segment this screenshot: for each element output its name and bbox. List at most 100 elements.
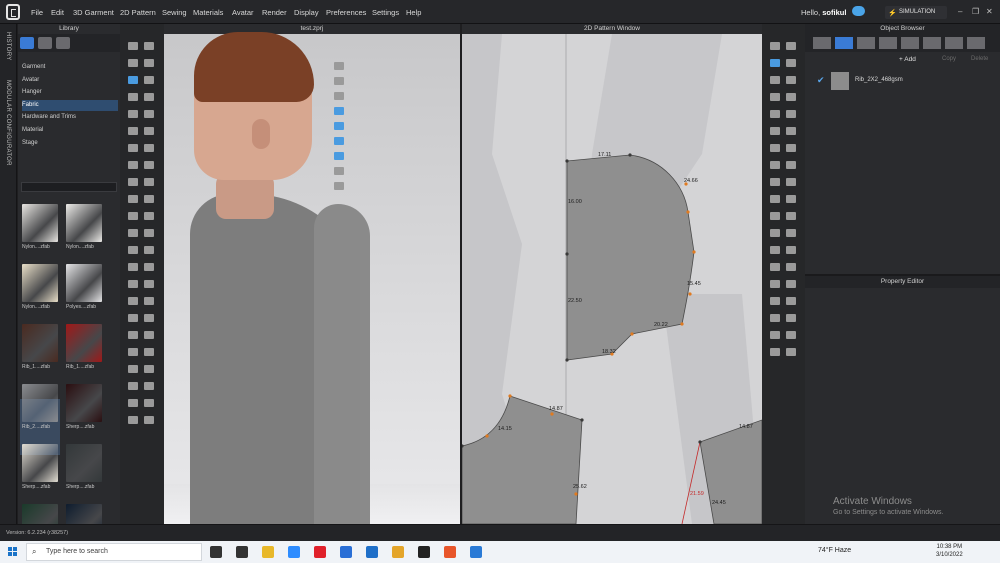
tool-3d-tool-icon[interactable] xyxy=(144,331,154,339)
folder-icon[interactable] xyxy=(38,37,52,49)
clo-icon[interactable] xyxy=(418,546,430,558)
pattern-point[interactable] xyxy=(565,159,569,163)
fabric-thumbnail[interactable] xyxy=(22,264,58,302)
library-category-material[interactable]: Material xyxy=(22,125,118,136)
history-tab[interactable]: HISTORY xyxy=(5,32,11,61)
viewport-tool-icon[interactable] xyxy=(334,107,344,115)
tool-3d-tool-icon[interactable] xyxy=(128,76,138,84)
chrome-icon[interactable] xyxy=(392,546,404,558)
tool-3d-tool-icon[interactable] xyxy=(144,348,154,356)
menu-sewing[interactable]: Sewing xyxy=(162,8,187,17)
library-category-stage[interactable]: Stage xyxy=(22,138,118,149)
pattern-point[interactable] xyxy=(550,412,554,416)
tool-3d-tool-icon[interactable] xyxy=(144,314,154,322)
fabric-list-item[interactable]: ✔ Rib_2X2_468gsm xyxy=(805,70,1000,92)
tool-2d-tool-icon[interactable] xyxy=(770,59,780,67)
close-button[interactable]: ✕ xyxy=(986,7,993,16)
fabric-thumbnail[interactable] xyxy=(66,204,102,242)
fabric-thumbnail[interactable] xyxy=(22,324,58,362)
tool-3d-tool-icon[interactable] xyxy=(144,110,154,118)
pattern-point[interactable] xyxy=(688,292,692,296)
tool-3d-tool-icon[interactable] xyxy=(144,59,154,67)
tool-3d-tool-icon[interactable] xyxy=(144,93,154,101)
tool-2d-tool-icon[interactable] xyxy=(770,110,780,118)
viewport-tool-icon[interactable] xyxy=(334,92,344,100)
modular-configurator-tab[interactable]: MODULAR CONFIGURATOR xyxy=(5,80,11,166)
library-category-hanger[interactable]: Hanger xyxy=(22,87,118,98)
tool-2d-tool-icon[interactable] xyxy=(770,229,780,237)
menu-2d-pattern[interactable]: 2D Pattern xyxy=(120,8,156,17)
pattern-point[interactable] xyxy=(698,440,702,444)
tool-2d-tool-icon[interactable] xyxy=(786,331,796,339)
pattern-point[interactable] xyxy=(680,322,684,326)
tool-3d-tool-icon[interactable] xyxy=(128,263,138,271)
tool-2d-tool-icon[interactable] xyxy=(770,127,780,135)
tool-3d-tool-icon[interactable] xyxy=(128,144,138,152)
tool-2d-tool-icon[interactable] xyxy=(770,348,780,356)
tool-2d-tool-icon[interactable] xyxy=(770,93,780,101)
tool-2d-tool-icon[interactable] xyxy=(770,144,780,152)
tool-2d-tool-icon[interactable] xyxy=(786,76,796,84)
tool-3d-tool-icon[interactable] xyxy=(128,93,138,101)
fabric-thumbnail[interactable] xyxy=(66,444,102,482)
tool-2d-tool-icon[interactable] xyxy=(786,246,796,254)
tool-3d-tool-icon[interactable] xyxy=(128,416,138,424)
zoom-icon[interactable] xyxy=(288,546,300,558)
cortana-icon[interactable] xyxy=(210,546,222,558)
pattern-point[interactable] xyxy=(630,332,634,336)
fabric-thumbnail[interactable] xyxy=(22,204,58,242)
tool-2d-tool-icon[interactable] xyxy=(770,76,780,84)
mail-icon[interactable] xyxy=(366,546,378,558)
copy-fabric-button[interactable]: Copy xyxy=(942,56,956,62)
pattern-point[interactable] xyxy=(565,358,569,362)
pattern-point[interactable] xyxy=(485,434,489,438)
viewport-tool-icon[interactable] xyxy=(334,122,344,130)
tool-3d-tool-icon[interactable] xyxy=(144,416,154,424)
button-tab-icon[interactable] xyxy=(857,37,875,49)
menu-avatar[interactable]: Avatar xyxy=(232,8,254,17)
tool-3d-tool-icon[interactable] xyxy=(128,399,138,407)
opera-icon[interactable] xyxy=(314,546,326,558)
viewport-3d[interactable]: test.zprj xyxy=(164,24,460,524)
fabric-thumbnail[interactable] xyxy=(22,384,58,422)
tool-3d-tool-icon[interactable] xyxy=(128,229,138,237)
viewport-tool-icon[interactable] xyxy=(334,137,344,145)
tool-3d-tool-icon[interactable] xyxy=(144,297,154,305)
tool-3d-tool-icon[interactable] xyxy=(144,144,154,152)
menu-help[interactable]: Help xyxy=(406,8,421,17)
tool-3d-tool-icon[interactable] xyxy=(128,161,138,169)
tool-3d-tool-icon[interactable] xyxy=(144,127,154,135)
fabric-thumbnail[interactable] xyxy=(22,444,58,482)
graphic-tab-icon[interactable] xyxy=(945,37,963,49)
more-tab-icon[interactable] xyxy=(967,37,985,49)
pattern-point[interactable] xyxy=(565,252,569,256)
tool-2d-tool-icon[interactable] xyxy=(770,314,780,322)
tool-3d-tool-icon[interactable] xyxy=(144,178,154,186)
shirt-sleeve[interactable] xyxy=(314,204,370,524)
tool-2d-tool-icon[interactable] xyxy=(786,127,796,135)
menu-edit[interactable]: Edit xyxy=(51,8,64,17)
tool-3d-tool-icon[interactable] xyxy=(128,246,138,254)
tool-3d-tool-icon[interactable] xyxy=(128,331,138,339)
viewport-tool-icon[interactable] xyxy=(334,152,344,160)
tool-3d-tool-icon[interactable] xyxy=(144,399,154,407)
viewport-tool-icon[interactable] xyxy=(334,167,344,175)
tool-2d-tool-icon[interactable] xyxy=(770,297,780,305)
tool-2d-tool-icon[interactable] xyxy=(786,263,796,271)
tool-3d-tool-icon[interactable] xyxy=(128,365,138,373)
tool-2d-tool-icon[interactable] xyxy=(770,161,780,169)
pattern-point[interactable] xyxy=(692,250,696,254)
tool-2d-tool-icon[interactable] xyxy=(786,59,796,67)
tool-3d-tool-icon[interactable] xyxy=(128,127,138,135)
tool-3d-tool-icon[interactable] xyxy=(128,348,138,356)
library-category-avatar[interactable]: Avatar xyxy=(22,75,118,86)
delete-fabric-button[interactable]: Delete xyxy=(971,56,988,62)
tool-3d-tool-icon[interactable] xyxy=(144,161,154,169)
minimize-button[interactable]: – xyxy=(958,7,962,16)
library-category-fabric[interactable]: Fabric xyxy=(22,99,118,111)
tool-2d-tool-icon[interactable] xyxy=(786,280,796,288)
tool-3d-tool-icon[interactable] xyxy=(128,110,138,118)
menu-3d-garment[interactable]: 3D Garment xyxy=(73,8,114,17)
tool-2d-tool-icon[interactable] xyxy=(786,297,796,305)
simulation-button[interactable]: ⚡ SIMULATION xyxy=(885,6,947,19)
